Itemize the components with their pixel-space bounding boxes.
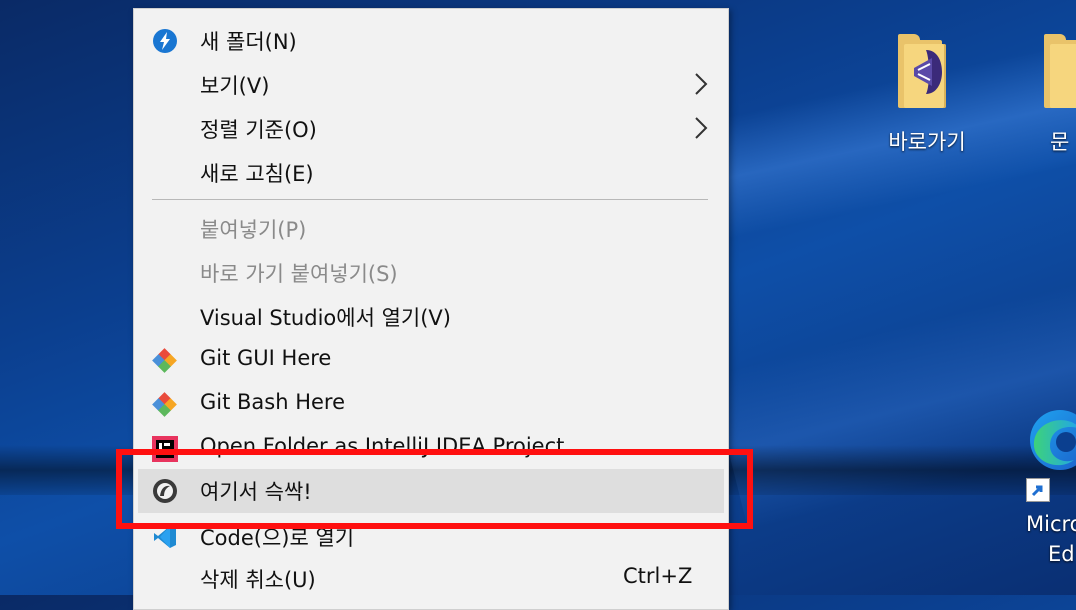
menu-separator xyxy=(152,199,708,200)
menu-item-sort-by[interactable]: 정렬 기준(O) xyxy=(134,107,728,151)
desktop-icon-label-line2: Ed xyxy=(1048,542,1075,566)
menu-item-git-bash[interactable]: Git Bash Here xyxy=(134,383,728,427)
folder-icon xyxy=(1044,34,1076,108)
desktop-icon-label: Micro xyxy=(1026,512,1076,536)
menu-item-view[interactable]: 보기(V) xyxy=(134,63,728,107)
menu-item-git-gui[interactable]: Git GUI Here xyxy=(134,339,728,383)
menu-item-label: 바로 가기 붙여넣기(S) xyxy=(200,262,398,286)
menu-item-label: 붙여넣기(P) xyxy=(200,218,307,242)
menu-item-label: 새 폴더(N) xyxy=(200,30,297,54)
menu-item-label: 삭제 취소(U) xyxy=(200,568,316,592)
menu-item-undo-delete[interactable]: 삭제 취소(U) Ctrl+Z xyxy=(134,557,728,601)
desktop-icon-shortcut[interactable]: 바로가기 xyxy=(872,34,982,164)
git-diamond-icon xyxy=(152,392,177,417)
desktop-icon-edge[interactable]: Micro Ed xyxy=(1020,406,1076,576)
highlight-annotation-box xyxy=(116,449,753,529)
desktop-icon-label: 바로가기 xyxy=(888,130,966,154)
chevron-right-icon xyxy=(695,73,708,95)
menu-item-label: 새로 고침(E) xyxy=(200,162,314,186)
menu-item-open-in-visual-studio[interactable]: Visual Studio에서 열기(V) xyxy=(134,295,728,339)
menu-item-paste[interactable]: 붙여넣기(P) xyxy=(134,207,728,251)
menu-item-refresh[interactable]: 새로 고침(E) xyxy=(134,151,728,195)
chevron-right-icon xyxy=(695,117,708,139)
bolt-circle-icon xyxy=(153,29,177,53)
desktop-icon-label: 문 xyxy=(1050,130,1070,154)
menu-item-new-folder[interactable]: 새 폴더(N) xyxy=(134,19,728,63)
git-diamond-icon xyxy=(152,348,177,373)
menu-item-label: Git Bash Here xyxy=(200,390,346,414)
edge-icon xyxy=(1030,410,1076,470)
menu-item-label: Visual Studio에서 열기(V) xyxy=(200,306,451,330)
menu-item-label: Git GUI Here xyxy=(200,346,332,370)
desktop-icon-folder[interactable]: 문 xyxy=(1030,34,1076,164)
folder-shortcut-icon xyxy=(898,34,950,108)
shortcut-arrow-icon xyxy=(1026,478,1050,502)
menu-item-shortcut: Ctrl+Z xyxy=(623,564,693,588)
menu-item-label: 정렬 기준(O) xyxy=(200,118,317,142)
menu-item-label: 보기(V) xyxy=(200,74,270,98)
menu-item-paste-shortcut[interactable]: 바로 가기 붙여넣기(S) xyxy=(134,251,728,295)
